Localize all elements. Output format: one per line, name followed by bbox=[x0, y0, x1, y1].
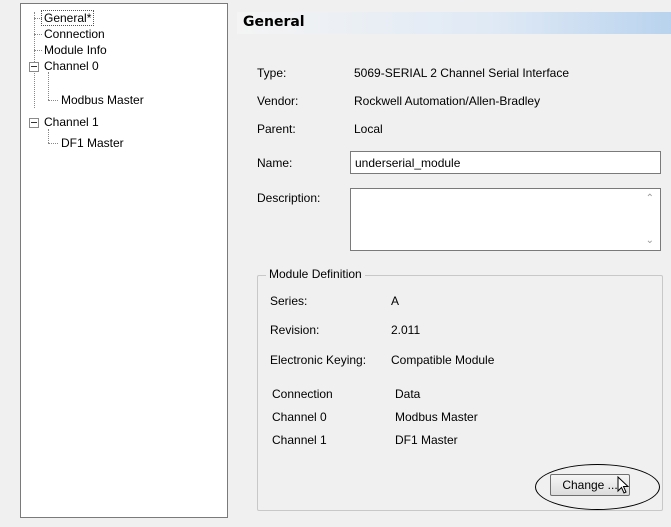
tree-item-label: Connection bbox=[44, 27, 105, 41]
name-field[interactable]: underserial_module bbox=[350, 151, 661, 174]
tree-connector bbox=[34, 18, 42, 19]
tree-item-label: Module Info bbox=[44, 43, 107, 57]
tree-connector bbox=[48, 72, 49, 100]
tree-connector bbox=[48, 143, 58, 144]
page-title: General bbox=[243, 14, 305, 30]
collapse-icon[interactable] bbox=[29, 118, 39, 128]
definition-row-value: DF1 Master bbox=[395, 433, 458, 447]
tree-item-label: DF1 Master bbox=[61, 136, 124, 150]
series-label: Series: bbox=[270, 294, 308, 308]
description-field[interactable]: ⌃ ⌄ bbox=[350, 188, 661, 251]
tree-item-general[interactable]: General* bbox=[40, 10, 95, 26]
tree-item-modbus-master[interactable]: Modbus Master bbox=[59, 93, 146, 107]
mouse-pointer-icon bbox=[617, 476, 630, 494]
type-label: Type: bbox=[257, 66, 287, 80]
parent-label: Parent: bbox=[257, 122, 296, 136]
tree-item-channel-1[interactable]: Channel 1 bbox=[42, 115, 101, 129]
name-label: Name: bbox=[257, 156, 293, 170]
definition-row-value: Data bbox=[395, 387, 421, 401]
type-value: 5069-SERIAL 2 Channel Serial Interface bbox=[354, 66, 570, 80]
tree-item-label: Modbus Master bbox=[61, 93, 144, 107]
definition-row-name: Connection bbox=[272, 387, 333, 401]
tree-connector bbox=[34, 50, 42, 51]
tree-connector bbox=[48, 129, 49, 143]
revision-label: Revision: bbox=[270, 323, 320, 337]
definition-row-name: Channel 1 bbox=[272, 433, 327, 447]
definition-row-name: Channel 0 bbox=[272, 410, 327, 424]
module-properties-tree[interactable]: General* Connection Module Info Channel … bbox=[20, 3, 228, 518]
tree-connector bbox=[48, 100, 58, 101]
definition-row-value: Modbus Master bbox=[395, 410, 478, 424]
collapse-icon[interactable] bbox=[29, 62, 39, 72]
section-header: General bbox=[237, 12, 671, 34]
tree-item-module-info[interactable]: Module Info bbox=[42, 43, 109, 57]
electronic-keying-value: Compatible Module bbox=[391, 353, 495, 367]
module-definition-legend: Module Definition bbox=[266, 267, 365, 281]
revision-value: 2.011 bbox=[391, 323, 421, 337]
vendor-value: Rockwell Automation/Allen-Bradley bbox=[354, 94, 541, 108]
tree-item-label: Channel 0 bbox=[44, 59, 99, 73]
series-value: A bbox=[391, 294, 400, 308]
vendor-label: Vendor: bbox=[257, 94, 299, 108]
tree-item-df1-master[interactable]: DF1 Master bbox=[59, 136, 126, 150]
tree-connector bbox=[34, 12, 35, 108]
tree-item-channel-0[interactable]: Channel 0 bbox=[42, 59, 101, 73]
tree-connector bbox=[34, 34, 42, 35]
tree-item-label: Channel 1 bbox=[44, 115, 99, 129]
parent-value: Local bbox=[354, 122, 383, 136]
scroll-up-icon[interactable]: ⌃ bbox=[646, 193, 654, 204]
name-field-value: underserial_module bbox=[355, 156, 461, 170]
tree-item-connection[interactable]: Connection bbox=[42, 27, 107, 41]
scroll-down-icon[interactable]: ⌄ bbox=[646, 235, 654, 246]
tree-item-label: General* bbox=[40, 10, 95, 26]
description-label: Description: bbox=[257, 191, 321, 205]
electronic-keying-label: Electronic Keying: bbox=[270, 353, 367, 367]
